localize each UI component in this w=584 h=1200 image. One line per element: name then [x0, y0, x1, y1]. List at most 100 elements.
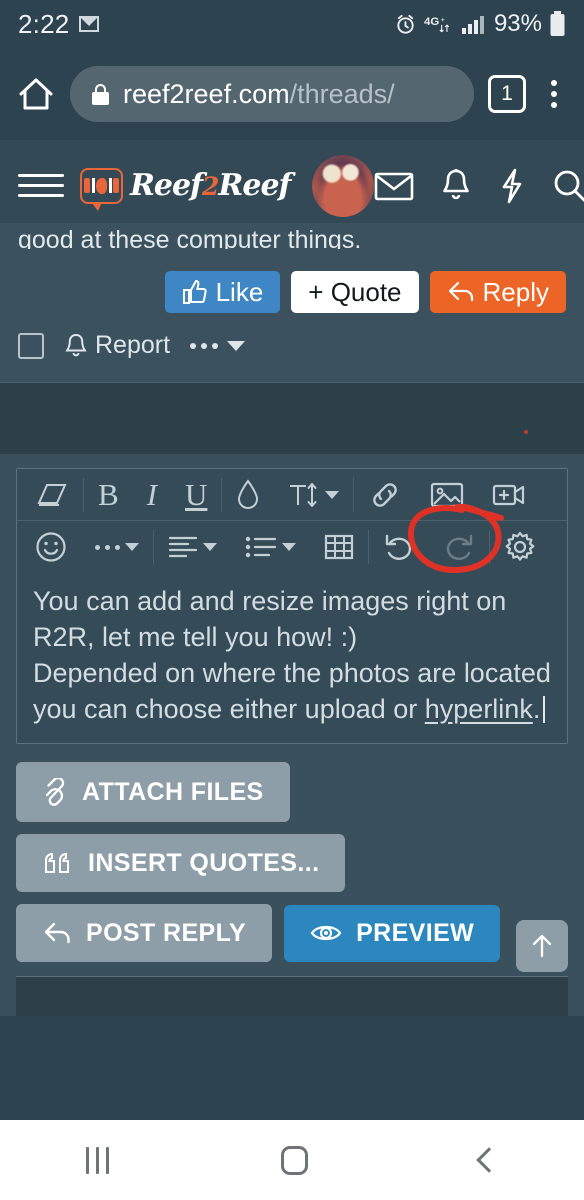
editor-toolbar-row-1: B I U — [17, 469, 567, 521]
search-icon[interactable] — [552, 168, 584, 204]
reply-textarea[interactable]: You can add and resize images right on R… — [17, 573, 567, 743]
reply-label: Reply — [482, 277, 549, 307]
text-cursor — [543, 696, 546, 723]
bold-icon[interactable]: B — [84, 469, 133, 521]
list-icon[interactable] — [231, 521, 310, 573]
chevron-down-icon — [325, 490, 340, 499]
alarm-icon — [397, 14, 414, 34]
page-bottom-band — [16, 976, 568, 1016]
attach-files-label: ATTACH FILES — [82, 777, 264, 806]
post-footer: good at these computer things. Like + Qu… — [0, 223, 584, 382]
post-reply-label: POST REPLY — [86, 918, 247, 947]
post-action-buttons: Like + Quote Reply — [18, 271, 566, 313]
whats-new-bolt-icon[interactable] — [498, 168, 526, 204]
thumbs-up-icon — [182, 280, 207, 304]
insert-table-icon[interactable] — [310, 521, 368, 573]
status-clock: 2:22 — [18, 8, 70, 39]
eye-icon — [310, 925, 342, 941]
clownfish-logo-icon — [80, 167, 123, 211]
browser-toolbar: reef2reef.com/threads/ 1 — [0, 48, 584, 140]
underline-icon[interactable]: U — [171, 469, 221, 521]
editor-toolbar-row-2 — [17, 521, 567, 573]
post-reply-button[interactable]: POST REPLY — [16, 904, 273, 962]
battery-icon — [550, 11, 565, 36]
insert-link-icon[interactable] — [354, 469, 416, 521]
preview-button[interactable]: PREVIEW — [284, 904, 501, 962]
logo-text-3: Reef — [218, 168, 291, 203]
reply-editor-container: B I U You can add and resize images righ… — [0, 454, 584, 744]
site-header: Reef2Reef — [0, 140, 584, 232]
more-options-icon[interactable] — [81, 521, 153, 573]
logo-text-1: Reef — [130, 168, 203, 203]
more-options-icon[interactable] — [190, 340, 246, 351]
battery-percent: 93% — [493, 10, 542, 37]
annotation-red-dot — [524, 430, 528, 434]
site-logo-text: Reef2Reef — [130, 168, 291, 203]
post-select-checkbox[interactable] — [18, 332, 44, 359]
url-address-bar[interactable]: reef2reef.com/threads/ — [70, 66, 474, 122]
insert-video-icon[interactable] — [478, 469, 540, 521]
url-domain: reef2reef.com — [123, 78, 290, 109]
inbox-envelope-icon[interactable] — [374, 171, 414, 201]
report-button[interactable]: Report — [64, 331, 170, 360]
home-icon[interactable] — [281, 1145, 308, 1175]
android-status-bar: 2:22 4G + 93% — [0, 0, 584, 48]
phone-screen: 2:22 4G + 93% reef2reef.com/threads/ 1 R… — [0, 0, 584, 1200]
editor-settings-gear-icon[interactable] — [490, 521, 550, 573]
site-logo[interactable]: Reef2Reef — [80, 167, 291, 211]
avatar[interactable] — [312, 154, 375, 217]
chevron-down-icon — [125, 543, 139, 551]
network-4g-icon: 4G + — [424, 16, 450, 33]
italic-icon[interactable]: I — [133, 469, 171, 521]
report-label: Report — [95, 331, 171, 359]
reply-button[interactable]: Reply — [429, 271, 566, 313]
reply-text-content: You can add and resize images right on R… — [33, 583, 551, 727]
chevron-down-icon — [227, 340, 246, 351]
reply-line-end: . — [532, 694, 541, 724]
attach-files-button[interactable]: ATTACH FILES — [16, 762, 290, 822]
quote-label: + Quote — [308, 277, 402, 307]
reply-arrow-icon — [44, 922, 70, 944]
undo-icon[interactable] — [369, 521, 429, 573]
remove-formatting-eraser-icon[interactable] — [21, 469, 83, 521]
like-button[interactable]: Like — [164, 271, 281, 313]
font-size-icon[interactable] — [274, 469, 353, 521]
scroll-to-top-button[interactable] — [516, 920, 568, 972]
redo-icon[interactable] — [429, 521, 489, 573]
post-body-clipped-text: good at these computer things. — [18, 226, 362, 249]
svg-text:+: + — [441, 17, 445, 24]
insert-quotes-label: INSERT QUOTES... — [88, 848, 320, 877]
hamburger-menu-icon[interactable] — [18, 174, 64, 197]
recents-icon[interactable] — [86, 1146, 109, 1174]
quote-button[interactable]: + Quote — [291, 271, 419, 313]
quote-marks-icon — [45, 852, 69, 873]
insert-image-icon[interactable] — [416, 469, 478, 521]
lock-icon — [92, 83, 109, 105]
insert-quotes-button[interactable]: INSERT QUOTES... — [16, 834, 346, 892]
back-icon[interactable] — [476, 1147, 502, 1173]
text-align-icon[interactable] — [154, 521, 231, 573]
logo-text-2: 2 — [202, 172, 219, 201]
chevron-down-icon — [203, 543, 217, 551]
text-color-droplet-icon[interactable] — [222, 469, 274, 521]
gmail-icon — [79, 16, 100, 32]
url-text: reef2reef.com/threads/ — [123, 79, 395, 110]
tab-counter-button[interactable]: 1 — [488, 75, 526, 113]
android-nav-bar — [0, 1120, 584, 1200]
url-path: /threads/ — [289, 78, 395, 109]
paperclip-icon — [45, 778, 65, 806]
post-meta-row: Report — [18, 331, 566, 382]
rich-text-editor: B I U You can add and resize images righ… — [16, 468, 568, 744]
scroll-to-top-arrow-icon — [532, 934, 552, 958]
alerts-bell-icon[interactable] — [440, 168, 472, 204]
reply-line-1: You can add and resize images right on R… — [33, 586, 514, 652]
chevron-down-icon — [282, 543, 296, 551]
home-icon[interactable] — [16, 74, 56, 114]
kebab-menu-icon[interactable] — [540, 80, 568, 108]
reply-hyperlink-word: hyperlink — [424, 694, 533, 724]
smilies-icon[interactable] — [21, 521, 81, 573]
like-label: Like — [215, 277, 264, 307]
bell-icon — [65, 333, 87, 357]
reply-arrow-icon — [448, 281, 473, 302]
svg-text:4G: 4G — [424, 16, 439, 28]
